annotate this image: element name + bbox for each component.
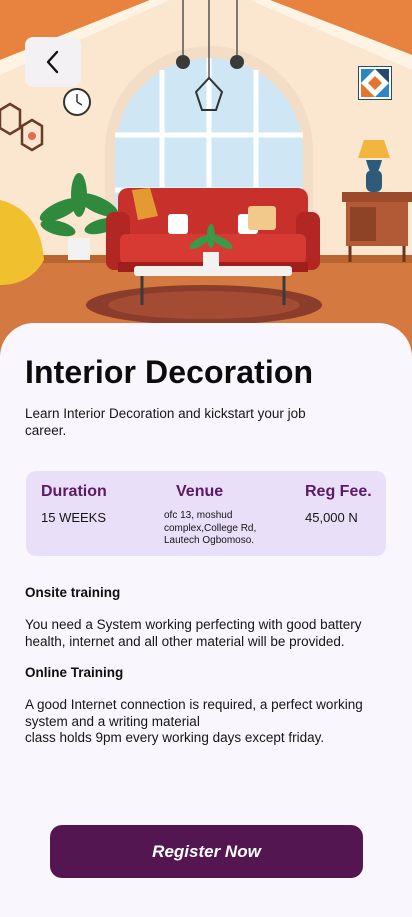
- venue-value: ofc 13, moshud complex,College Rd, Laute…: [164, 510, 257, 546]
- register-now-button[interactable]: Register Now: [50, 825, 363, 878]
- online-training-title: Online Training: [25, 665, 124, 680]
- onsite-training-text: You need a System working perfecting wit…: [25, 617, 362, 649]
- back-button[interactable]: [25, 37, 81, 87]
- chevron-left-icon: [46, 50, 59, 74]
- duration-column: Duration 15 WEEKS: [41, 483, 107, 525]
- duration-label: Duration: [41, 483, 107, 500]
- brand-logo-icon: [358, 66, 392, 100]
- onsite-training-title: Onsite training: [25, 585, 121, 600]
- fee-label: Reg Fee.: [305, 483, 372, 500]
- fee-value: 45,000 N: [305, 510, 358, 525]
- duration-value: 15 WEEKS: [41, 510, 107, 525]
- fee-column: Reg Fee. 45,000 N: [305, 483, 372, 525]
- venue-column: Venue ofc 13, moshud complex,College Rd,…: [164, 483, 274, 548]
- online-training-text: A good Internet connection is required, …: [25, 697, 363, 745]
- page-title: Interior Decoration: [25, 354, 314, 390]
- course-subtitle: Learn Interior Decoration and kickstart …: [25, 406, 306, 438]
- course-info-box: Duration 15 WEEKS Venue ofc 13, moshud c…: [26, 471, 386, 556]
- venue-label: Venue: [176, 483, 224, 500]
